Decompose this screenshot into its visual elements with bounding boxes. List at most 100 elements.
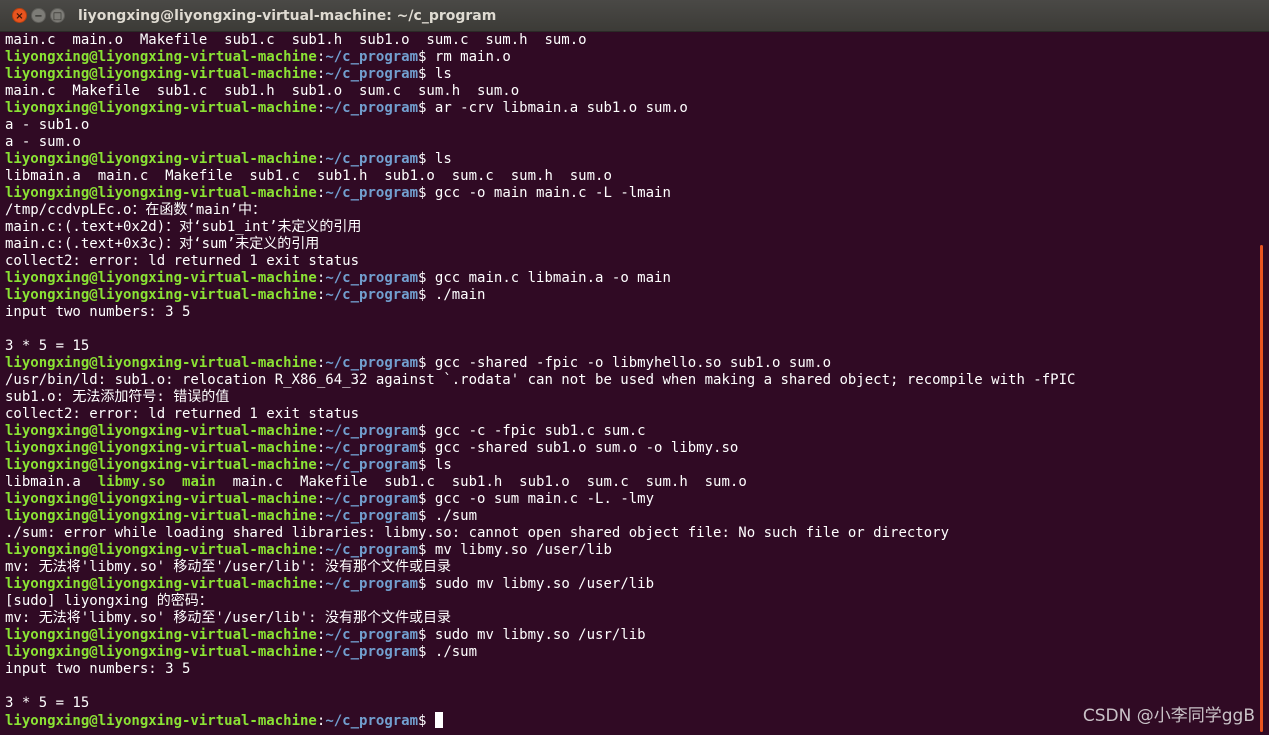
prompt-line: liyongxing@liyongxing-virtual-machine:~/… bbox=[5, 423, 1260, 440]
prompt-line: liyongxing@liyongxing-virtual-machine:~/… bbox=[5, 49, 1260, 66]
file-list-text: libmain.a bbox=[5, 474, 98, 490]
command-text: gcc -o sum main.c -L. -lmy bbox=[434, 491, 655, 507]
prompt-user-host: liyongxing@liyongxing-virtual-machine bbox=[5, 508, 317, 524]
command-text: rm main.o bbox=[434, 49, 511, 65]
output-line: /tmp/ccdvpLEc.o：在函数‘main’中： bbox=[5, 202, 267, 218]
prompt-symbol: $ bbox=[418, 355, 435, 371]
prompt-path: ~/c_program bbox=[325, 627, 419, 643]
output-line: sub1.o: 无法添加符号: 错误的值 bbox=[5, 389, 230, 405]
text-cursor[interactable] bbox=[434, 712, 443, 728]
prompt-line: liyongxing@liyongxing-virtual-machine:~/… bbox=[5, 644, 1260, 661]
command-text: gcc -c -fpic sub1.c sum.c bbox=[434, 423, 646, 439]
prompt-symbol: $ bbox=[418, 644, 435, 660]
prompt-path: ~/c_program bbox=[325, 713, 419, 729]
prompt-symbol: $ bbox=[418, 185, 435, 201]
prompt-line: liyongxing@liyongxing-virtual-machine:~/… bbox=[5, 151, 1260, 168]
prompt-line: liyongxing@liyongxing-virtual-machine:~/… bbox=[5, 100, 1260, 117]
minimize-icon[interactable]: − bbox=[31, 8, 46, 23]
prompt-user-host: liyongxing@liyongxing-virtual-machine bbox=[5, 713, 317, 729]
prompt-symbol: $ bbox=[418, 627, 435, 643]
command-text: gcc main.c libmain.a -o main bbox=[434, 270, 671, 286]
window-title: liyongxing@liyongxing-virtual-machine: ~… bbox=[78, 8, 497, 24]
prompt-path: ~/c_program bbox=[325, 576, 419, 592]
prompt-symbol: $ bbox=[418, 151, 435, 167]
prompt-line: liyongxing@liyongxing-virtual-machine:~/… bbox=[5, 270, 1260, 287]
terminal-output[interactable]: main.c main.o Makefile sub1.c sub1.h sub… bbox=[5, 32, 1260, 732]
prompt-user-host: liyongxing@liyongxing-virtual-machine bbox=[5, 287, 317, 303]
prompt-symbol: $ bbox=[418, 440, 435, 456]
command-text: gcc -o main main.c -L -lmain bbox=[434, 185, 671, 201]
file-list-text bbox=[165, 474, 182, 490]
prompt-user-host: liyongxing@liyongxing-virtual-machine bbox=[5, 457, 317, 473]
prompt-user-host: liyongxing@liyongxing-virtual-machine bbox=[5, 644, 317, 660]
prompt-line: liyongxing@liyongxing-virtual-machine:~/… bbox=[5, 576, 1260, 593]
command-text: ./sum bbox=[434, 644, 478, 660]
prompt-line: liyongxing@liyongxing-virtual-machine:~/… bbox=[5, 542, 1260, 559]
prompt-symbol: $ bbox=[418, 270, 435, 286]
prompt-path: ~/c_program bbox=[325, 355, 419, 371]
executable-file-name: libmy.so bbox=[97, 474, 166, 490]
prompt-user-host: liyongxing@liyongxing-virtual-machine bbox=[5, 491, 317, 507]
close-icon[interactable]: × bbox=[12, 8, 27, 23]
prompt-line: liyongxing@liyongxing-virtual-machine:~/… bbox=[5, 185, 1260, 202]
command-text: ls bbox=[434, 151, 452, 167]
prompt-symbol: $ bbox=[418, 508, 435, 524]
command-text: sudo mv libmy.so /user/lib bbox=[434, 576, 655, 592]
prompt-user-host: liyongxing@liyongxing-virtual-machine bbox=[5, 355, 317, 371]
output-line: 3 * 5 = 15 bbox=[5, 338, 90, 354]
command-text: gcc -shared sub1.o sum.o -o libmy.so bbox=[434, 440, 739, 456]
output-line: main.c Makefile sub1.c sub1.h sub1.o sum… bbox=[5, 83, 520, 99]
prompt-symbol: $ bbox=[418, 457, 435, 473]
prompt-path: ~/c_program bbox=[325, 100, 419, 116]
output-line: 3 * 5 = 15 bbox=[5, 695, 90, 711]
prompt-symbol: $ bbox=[418, 491, 435, 507]
prompt-line: liyongxing@liyongxing-virtual-machine:~/… bbox=[5, 457, 1260, 474]
command-text: ls bbox=[434, 457, 452, 473]
prompt-user-host: liyongxing@liyongxing-virtual-machine bbox=[5, 423, 317, 439]
prompt-path: ~/c_program bbox=[325, 440, 419, 456]
prompt-line: liyongxing@liyongxing-virtual-machine:~/… bbox=[5, 355, 1260, 372]
prompt-symbol: $ bbox=[418, 423, 435, 439]
scrollbar[interactable] bbox=[1260, 245, 1263, 732]
prompt-user-host: liyongxing@liyongxing-virtual-machine bbox=[5, 100, 317, 116]
prompt-symbol: $ bbox=[418, 100, 435, 116]
prompt-line: liyongxing@liyongxing-virtual-machine:~/… bbox=[5, 491, 1260, 508]
prompt-user-host: liyongxing@liyongxing-virtual-machine bbox=[5, 66, 317, 82]
prompt-line: liyongxing@liyongxing-virtual-machine:~/… bbox=[5, 712, 1260, 729]
command-text: gcc -shared -fpic -o libmyhello.so sub1.… bbox=[434, 355, 832, 371]
prompt-line: liyongxing@liyongxing-virtual-machine:~/… bbox=[5, 627, 1260, 644]
prompt-path: ~/c_program bbox=[325, 66, 419, 82]
prompt-symbol: $ bbox=[418, 542, 435, 558]
command-text: sudo mv libmy.so /usr/lib bbox=[434, 627, 646, 643]
prompt-path: ~/c_program bbox=[325, 185, 419, 201]
prompt-user-host: liyongxing@liyongxing-virtual-machine bbox=[5, 151, 317, 167]
command-text: mv libmy.so /user/lib bbox=[434, 542, 612, 558]
output-line: /usr/bin/ld: sub1.o: relocation R_X86_64… bbox=[5, 372, 1076, 388]
prompt-path: ~/c_program bbox=[325, 542, 419, 558]
title-bar[interactable]: × − □ liyongxing@liyongxing-virtual-mach… bbox=[0, 0, 1269, 32]
maximize-icon[interactable]: □ bbox=[50, 8, 65, 23]
prompt-line: liyongxing@liyongxing-virtual-machine:~/… bbox=[5, 508, 1260, 525]
prompt-path: ~/c_program bbox=[325, 423, 419, 439]
output-line: libmain.a main.c Makefile sub1.c sub1.h … bbox=[5, 168, 612, 184]
prompt-symbol: $ bbox=[418, 49, 435, 65]
prompt-path: ~/c_program bbox=[325, 491, 419, 507]
prompt-path: ~/c_program bbox=[325, 644, 419, 660]
prompt-user-host: liyongxing@liyongxing-virtual-machine bbox=[5, 627, 317, 643]
prompt-path: ~/c_program bbox=[325, 457, 419, 473]
output-line: ./sum: error while loading shared librar… bbox=[5, 525, 950, 541]
prompt-user-host: liyongxing@liyongxing-virtual-machine bbox=[5, 440, 317, 456]
output-line: mv: 无法将'libmy.so' 移动至'/user/lib': 没有那个文件… bbox=[5, 610, 452, 626]
prompt-user-host: liyongxing@liyongxing-virtual-machine bbox=[5, 542, 317, 558]
prompt-path: ~/c_program bbox=[325, 508, 419, 524]
output-line: a - sum.o bbox=[5, 134, 81, 150]
prompt-path: ~/c_program bbox=[325, 151, 419, 167]
output-line: input two numbers: 3 5 bbox=[5, 661, 191, 677]
ls-output-line: libmain.a libmy.so main main.c Makefile … bbox=[5, 474, 1260, 491]
prompt-path: ~/c_program bbox=[325, 270, 419, 286]
prompt-path: ~/c_program bbox=[325, 49, 419, 65]
output-line: main.c:(.text+0x3c)：对‘sum’未定义的引用 bbox=[5, 236, 320, 252]
executable-file-name: main bbox=[182, 474, 216, 490]
